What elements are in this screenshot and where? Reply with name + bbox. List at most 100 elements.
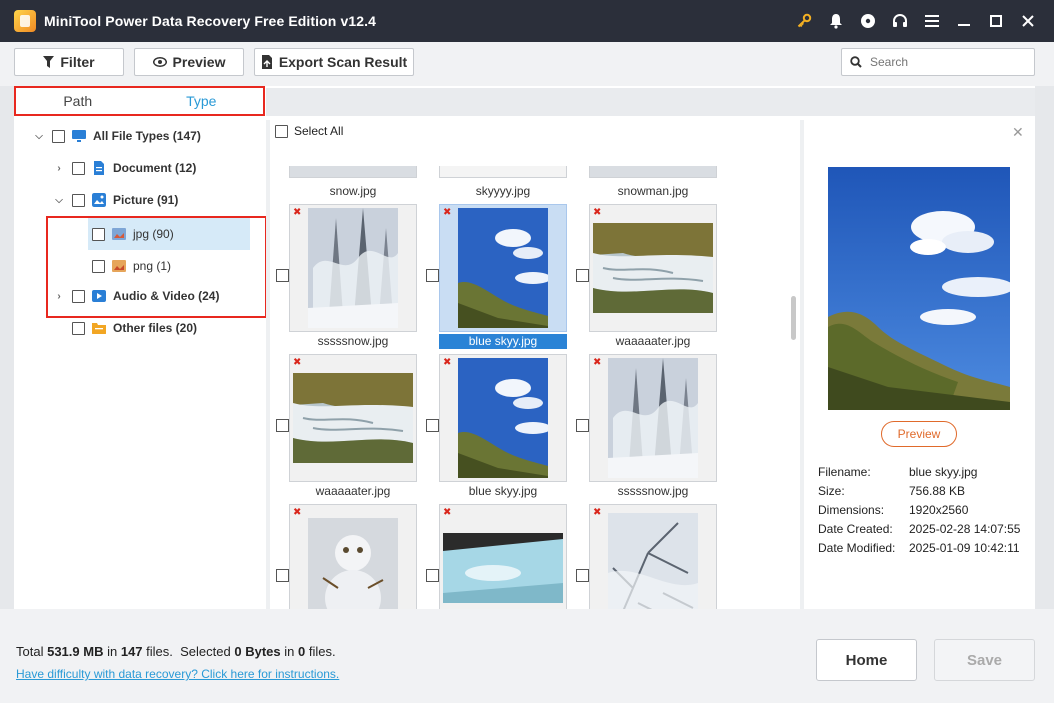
thumbnail[interactable]: ✖ bbox=[589, 204, 717, 332]
thumbnail[interactable]: ✖ bbox=[289, 354, 417, 482]
tab-type[interactable]: Type bbox=[140, 88, 264, 114]
date-modified-label: Date Modified: bbox=[818, 541, 896, 555]
funnel-icon bbox=[43, 56, 55, 68]
thumbnail[interactable]: ✖ bbox=[439, 204, 567, 332]
preview-divider[interactable] bbox=[800, 120, 804, 609]
export-file-icon bbox=[261, 55, 272, 69]
thumbnail-filename: waaaaater.jpg bbox=[615, 334, 691, 348]
thumbnail[interactable]: ✖ bbox=[289, 504, 417, 609]
tab-path[interactable]: Path bbox=[16, 88, 140, 114]
key-icon[interactable] bbox=[788, 0, 820, 42]
checkbox-picture[interactable] bbox=[72, 193, 85, 207]
filter-button[interactable]: Filter bbox=[14, 48, 124, 76]
thumbnail-image bbox=[308, 208, 398, 328]
thumbnail-checkbox[interactable] bbox=[576, 569, 589, 582]
search-box[interactable] bbox=[841, 48, 1035, 76]
search-input[interactable] bbox=[870, 55, 1020, 69]
help-link[interactable]: Have difficulty with data recovery? Clic… bbox=[16, 667, 339, 681]
deleted-mark-icon: ✖ bbox=[593, 507, 602, 518]
chevron-right-icon[interactable]: › bbox=[52, 163, 66, 174]
thumbnail-checkbox[interactable] bbox=[426, 569, 439, 582]
main-panel: Path Type ⌵ All File Types (147) › Docum… bbox=[14, 86, 1035, 609]
thumbnail-checkbox[interactable] bbox=[276, 419, 289, 432]
checkbox-all-file-types[interactable] bbox=[52, 129, 65, 143]
deleted-mark-icon: ✖ bbox=[593, 357, 602, 368]
thumbnail-partial[interactable] bbox=[439, 166, 567, 178]
tree-item-all-file-types[interactable]: ⌵ All File Types (147) bbox=[32, 124, 201, 148]
deleted-mark-icon: ✖ bbox=[293, 357, 302, 368]
home-button[interactable]: Home bbox=[816, 639, 917, 681]
tree-item-picture[interactable]: ⌵ Picture (91) bbox=[52, 188, 178, 212]
thumbnail-checkbox[interactable] bbox=[426, 419, 439, 432]
deleted-mark-icon: ✖ bbox=[443, 507, 452, 518]
thumbnail-checkbox[interactable] bbox=[576, 269, 589, 282]
folder-icon bbox=[92, 323, 106, 334]
thumbnail-checkbox[interactable] bbox=[276, 569, 289, 582]
date-modified-value: 2025-01-09 10:42:11 bbox=[909, 541, 1020, 555]
maximize-icon[interactable] bbox=[980, 0, 1012, 42]
title-bar: MiniTool Power Data Recovery Free Editio… bbox=[0, 0, 1054, 42]
selected-size: 0 Bytes bbox=[234, 644, 281, 659]
panel-divider[interactable] bbox=[266, 120, 270, 609]
tree-label-document: Document (12) bbox=[113, 161, 197, 175]
scan-stats: Total 531.9 MB in 147 files. Selected 0 … bbox=[16, 644, 336, 659]
thumbnail-filename: snow.jpg bbox=[329, 184, 377, 198]
thumbnail-checkbox[interactable] bbox=[276, 269, 289, 282]
preview-toolbar-button[interactable]: Preview bbox=[134, 48, 244, 76]
thumbnail-filename: waaaaater.jpg bbox=[315, 484, 391, 498]
dimensions-label: Dimensions: bbox=[818, 503, 885, 517]
export-scan-result-button[interactable]: Export Scan Result bbox=[254, 48, 414, 76]
save-button[interactable]: Save bbox=[934, 639, 1035, 681]
thumbnail-filename: skyyyy.jpg bbox=[475, 184, 531, 198]
thumbnail-image bbox=[593, 223, 713, 313]
thumbnail-checkbox[interactable] bbox=[426, 269, 439, 282]
thumbnail[interactable]: ✖ bbox=[439, 354, 567, 482]
thumbnail[interactable]: ✖ bbox=[589, 354, 717, 482]
headset-icon[interactable] bbox=[884, 0, 916, 42]
thumbnail-image bbox=[608, 513, 698, 609]
select-all-checkbox[interactable] bbox=[275, 124, 288, 138]
window-title: MiniTool Power Data Recovery Free Editio… bbox=[44, 13, 376, 29]
eye-icon bbox=[152, 57, 167, 67]
preview-label: Preview bbox=[172, 54, 226, 70]
minimize-icon[interactable] bbox=[948, 0, 980, 42]
checkbox-document[interactable] bbox=[72, 161, 85, 175]
thumbnail-filename: blue skyy.jpg bbox=[468, 484, 538, 498]
thumbnail-filename: snowman.jpg bbox=[617, 184, 689, 198]
grid-scrollbar[interactable] bbox=[791, 296, 796, 340]
menu-icon[interactable] bbox=[916, 0, 948, 42]
thumbnail-checkbox[interactable] bbox=[576, 419, 589, 432]
total-files: 147 bbox=[120, 644, 143, 659]
file-metadata: Filename: blue skyy.jpg Size: 756.88 KB Di… bbox=[818, 463, 1020, 558]
monitor-icon bbox=[72, 130, 86, 142]
in-word: in bbox=[107, 644, 118, 659]
thumbnail-partial[interactable] bbox=[589, 166, 717, 178]
thumbnail[interactable]: ✖ bbox=[589, 504, 717, 609]
thumbnail-image bbox=[458, 358, 548, 478]
tree-item-document[interactable]: › Document (12) bbox=[52, 156, 196, 180]
checkbox-other-files[interactable] bbox=[72, 321, 85, 335]
select-all[interactable]: Select All bbox=[275, 124, 343, 138]
chevron-down-icon[interactable]: ⌵ bbox=[52, 195, 66, 206]
close-preview-icon[interactable]: ✕ bbox=[1012, 124, 1024, 141]
thumbnail-image bbox=[293, 373, 413, 463]
tab-strip-background bbox=[266, 88, 1035, 116]
size-value: 756.88 KB bbox=[909, 484, 966, 498]
thumbnail[interactable]: ✖ bbox=[439, 504, 567, 609]
bell-icon[interactable] bbox=[820, 0, 852, 42]
close-icon[interactable] bbox=[1012, 0, 1044, 42]
file-type-tree: ⌵ All File Types (147) › Document (12) ⌵… bbox=[14, 120, 267, 609]
tree-label-all: All File Types (147) bbox=[93, 129, 201, 143]
disc-icon[interactable] bbox=[852, 0, 884, 42]
thumbnail[interactable]: ✖ bbox=[289, 204, 417, 332]
deleted-mark-icon: ✖ bbox=[293, 507, 302, 518]
deleted-mark-icon: ✖ bbox=[293, 207, 302, 218]
preview-button[interactable]: Preview bbox=[881, 421, 957, 447]
dimensions-value: 1920x2560 bbox=[909, 503, 969, 517]
thumbnail-partial[interactable] bbox=[289, 166, 417, 178]
chevron-down-icon[interactable]: ⌵ bbox=[32, 131, 46, 142]
files-word-2: files. bbox=[308, 644, 336, 659]
selected-files: 0 bbox=[297, 644, 306, 659]
date-created-value: 2025-02-28 14:07:55 bbox=[909, 522, 1021, 536]
tree-item-other-files[interactable]: Other files (20) bbox=[66, 316, 197, 340]
